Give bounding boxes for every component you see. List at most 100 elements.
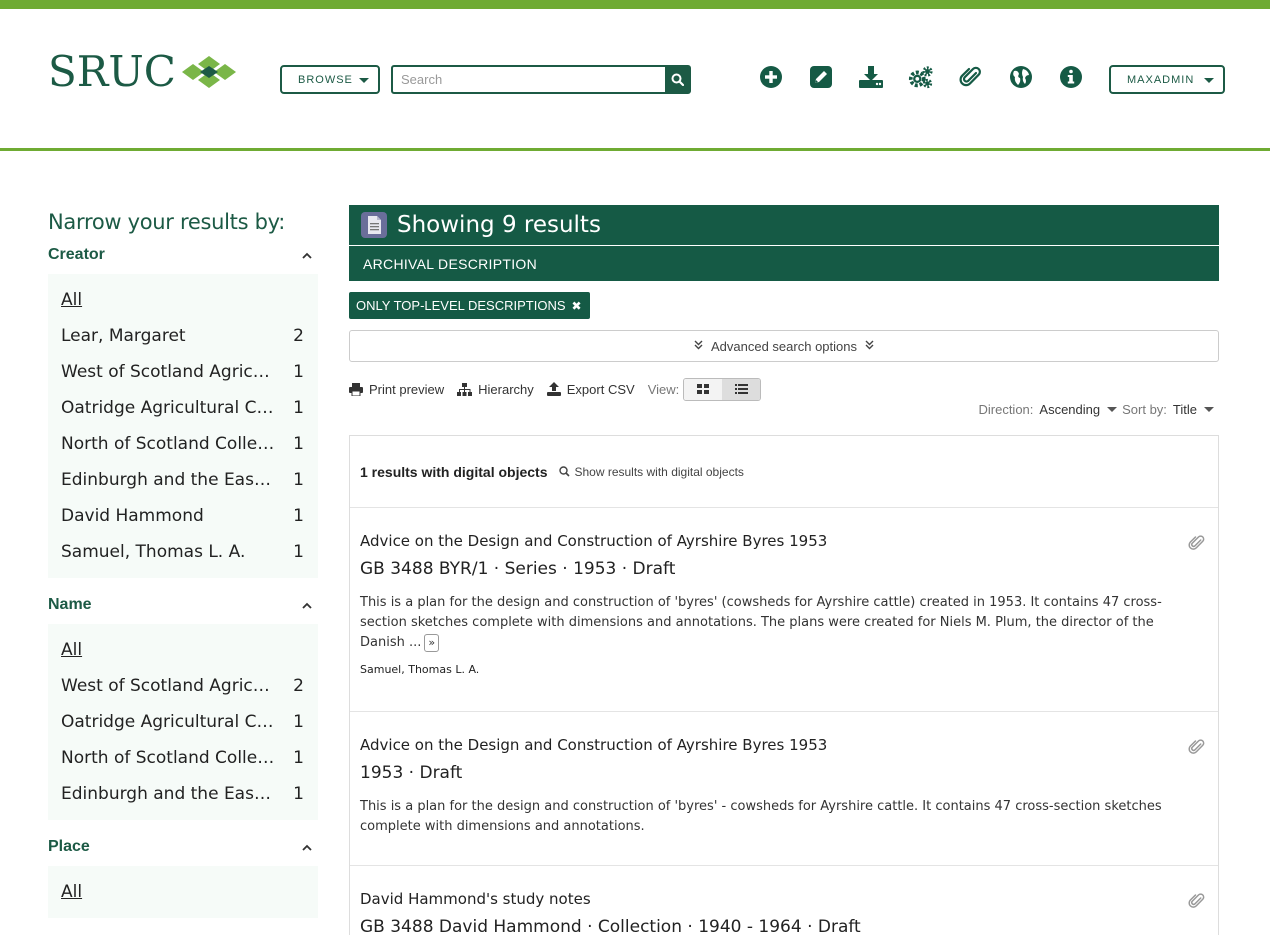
facet-item-label: West of Scotland Agricultural College: [61, 676, 277, 696]
result-title-link[interactable]: Advice on the Design and Construction of…: [360, 532, 1208, 559]
facet-item[interactable]: Oatridge Agricultural College 1: [48, 390, 318, 426]
facet-title: Place: [48, 838, 90, 855]
facet-item[interactable]: Lear, Margaret 2: [48, 318, 318, 354]
chevron-down-icon[interactable]: [1204, 407, 1214, 412]
facet-item-all[interactable]: All: [48, 632, 318, 668]
search-bar: [391, 65, 691, 94]
info-button[interactable]: [1058, 64, 1084, 90]
facet-item[interactable]: David Hammond 1: [48, 498, 318, 534]
search-button[interactable]: [665, 67, 689, 92]
results-main: Showing 9 results ARCHIVAL DESCRIPTION O…: [349, 205, 1219, 935]
paperclip-icon: [959, 66, 981, 87]
expand-description-button[interactable]: »: [424, 634, 440, 652]
search-icon: [559, 466, 571, 477]
paperclip-icon[interactable]: [1188, 892, 1206, 910]
facet-item-label: David Hammond: [61, 506, 204, 526]
facet-header-name[interactable]: Name: [48, 594, 318, 624]
filter-tag-label: ONLY TOP-LEVEL DESCRIPTIONS: [356, 298, 566, 313]
archival-description-label: ARCHIVAL DESCRIPTION: [349, 245, 1219, 281]
result-item: David Hammond's study notes GB 3488 Davi…: [350, 866, 1218, 935]
facet-item[interactable]: West of Scotland Agricultural College 2: [48, 668, 318, 704]
facet-item-count: 1: [293, 470, 304, 490]
print-preview-link[interactable]: Print preview: [349, 382, 444, 397]
chevron-up-icon: [302, 602, 312, 609]
search-input[interactable]: [393, 67, 665, 92]
facet-item-all[interactable]: All: [48, 282, 318, 318]
list-icon: [734, 384, 748, 394]
sort-by-label: Sort by:: [1122, 402, 1167, 417]
language-button[interactable]: [1008, 64, 1034, 90]
results-header: Showing 9 results: [349, 205, 1219, 245]
gears-icon: [908, 66, 933, 89]
facet-item[interactable]: Edinburgh and the East of Scotland Colle…: [48, 462, 318, 498]
document-icon: [361, 212, 387, 238]
result-title-link[interactable]: Advice on the Design and Construction of…: [360, 736, 1208, 763]
add-button[interactable]: [758, 64, 784, 90]
facet-item-label: Lear, Margaret: [61, 326, 186, 346]
facet-item-label: All: [61, 290, 83, 310]
sort-controls: Direction: Ascending Sort by: Title: [978, 402, 1219, 417]
advanced-search-toggle[interactable]: Advanced search options: [349, 330, 1219, 362]
facet-title: Name: [48, 596, 92, 613]
facet-item-count: 1: [293, 398, 304, 418]
sort-by-dropdown[interactable]: Title: [1173, 402, 1197, 417]
import-button[interactable]: [858, 64, 884, 90]
facet-item[interactable]: North of Scotland College of Agriculture…: [48, 426, 318, 462]
import-icon: [859, 66, 883, 88]
user-menu-label: MAXADMIN: [1127, 73, 1195, 86]
card-view-button[interactable]: [684, 378, 723, 400]
facet-header-place[interactable]: Place: [48, 836, 318, 866]
facet-item-all[interactable]: All: [48, 874, 318, 910]
sitemap-icon: [457, 382, 473, 396]
filter-tag-top-level[interactable]: ONLY TOP-LEVEL DESCRIPTIONS ✖: [349, 292, 590, 319]
hierarchy-label: Hierarchy: [478, 381, 534, 397]
facet-item[interactable]: Samuel, Thomas L. A. 1: [48, 534, 318, 570]
close-icon[interactable]: ✖: [572, 299, 582, 313]
export-csv-label: Export CSV: [566, 381, 635, 397]
result-creator: Samuel, Thomas L. A.: [360, 663, 480, 676]
results-actions: Print preview Hierarchy Export CSV View:: [349, 377, 762, 401]
result-reference: 1953 · Draft: [360, 763, 463, 783]
edit-button[interactable]: [808, 64, 834, 90]
facet-item[interactable]: Oatridge Agricultural College 1: [48, 704, 318, 740]
show-digital-objects-label: Show results with digital objects: [574, 464, 744, 479]
facet-item[interactable]: North of Scotland College of Agriculture…: [48, 740, 318, 776]
results-count-title: Showing 9 results: [397, 212, 601, 238]
result-description: This is a plan for the design and constr…: [360, 593, 1190, 653]
logo-text: SRUC: [48, 47, 176, 96]
result-reference: GB 3488 David Hammond · Collection · 194…: [360, 917, 861, 935]
table-view-button[interactable]: [722, 378, 761, 400]
result-item: Advice on the Design and Construction of…: [350, 508, 1218, 712]
chevron-up-icon: [302, 252, 312, 259]
hierarchy-link[interactable]: Hierarchy: [457, 382, 534, 397]
manage-button[interactable]: [908, 64, 934, 90]
facet-item-count: 1: [293, 712, 304, 732]
facet-list-name: All West of Scotland Agricultural Colleg…: [48, 624, 318, 820]
facet-header-creator[interactable]: Creator: [48, 244, 318, 274]
paperclip-icon[interactable]: [1188, 738, 1206, 756]
view-toggle: [683, 377, 762, 401]
direction-dropdown[interactable]: Ascending: [1039, 402, 1100, 417]
facet-item-count: 1: [293, 362, 304, 382]
site-logo[interactable]: SRUC: [48, 51, 240, 93]
direction-label: Direction:: [978, 402, 1034, 417]
result-item: Advice on the Design and Construction of…: [350, 712, 1218, 866]
facet-item-label: North of Scotland College of Agriculture: [61, 434, 277, 454]
facet-item-label: All: [61, 640, 83, 660]
show-digital-objects-link[interactable]: Show results with digital objects: [559, 464, 744, 479]
facet-item-count: 2: [293, 676, 304, 696]
clipboard-button[interactable]: [958, 64, 984, 90]
result-description-text: This is a plan for the design and constr…: [360, 595, 1162, 650]
browse-dropdown[interactable]: BROWSE: [280, 65, 380, 94]
info-icon: [1060, 66, 1082, 88]
facet-item[interactable]: West of Scotland Agricultural College 1: [48, 354, 318, 390]
facet-item-label: West of Scotland Agricultural College: [61, 362, 277, 382]
view-label: View:: [647, 381, 680, 397]
paperclip-icon[interactable]: [1188, 534, 1206, 552]
chevron-down-icon[interactable]: [1107, 407, 1118, 412]
export-csv-link[interactable]: Export CSV: [546, 381, 635, 397]
user-menu-dropdown[interactable]: MAXADMIN: [1109, 65, 1225, 94]
result-title-link[interactable]: David Hammond's study notes: [360, 890, 1208, 917]
facet-item-count: 1: [293, 542, 304, 562]
facet-item[interactable]: Edinburgh and the East of Scotland Colle…: [48, 776, 318, 812]
